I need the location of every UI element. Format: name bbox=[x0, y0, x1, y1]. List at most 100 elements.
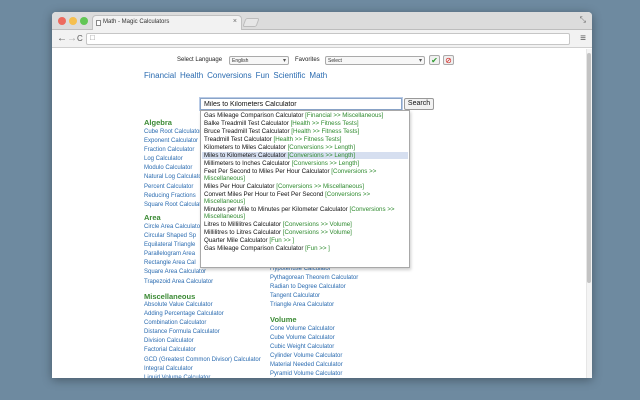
suggestion-item[interactable]: Convert Miles Per Hour to Feet Per Secon… bbox=[202, 191, 408, 206]
calculator-link[interactable]: Combination Calculator bbox=[144, 319, 261, 328]
search-button[interactable]: Search bbox=[404, 98, 434, 110]
calculator-link[interactable]: Adding Percentage Calculator bbox=[144, 310, 261, 319]
page-scrollbar[interactable] bbox=[586, 49, 592, 378]
suggestion-category: [Health >> Fitness Tests] bbox=[290, 120, 359, 127]
fullscreen-icon[interactable]: ⤡ bbox=[580, 15, 586, 25]
calculator-link[interactable]: Cone Volume Calculator bbox=[270, 325, 370, 334]
calculator-link[interactable]: Cube Volume Calculator bbox=[270, 334, 370, 343]
category-link-financial[interactable]: Financial bbox=[144, 71, 176, 80]
new-tab-button[interactable] bbox=[242, 18, 260, 27]
suggestion-name: Quarter Mile Calculator bbox=[204, 237, 268, 244]
language-favorites-row: Select Language English Favorites Select… bbox=[177, 55, 454, 67]
suggestion-category: [Conversions >> Length] bbox=[287, 144, 355, 151]
calculator-link[interactable]: Square Area Calculator bbox=[144, 268, 213, 277]
check-icon[interactable]: ✔ bbox=[429, 55, 440, 65]
suggestion-category: [Conversions >> Length] bbox=[287, 152, 355, 159]
calculator-link[interactable]: Cylinder Volume Calculator bbox=[270, 352, 370, 361]
calculator-link[interactable]: Absolute Value Calculator bbox=[144, 301, 261, 310]
suggestion-category: [Health >> Fitness Tests] bbox=[291, 128, 360, 135]
suggestion-name: Treadmill Test Calculator bbox=[204, 136, 272, 143]
calculator-link[interactable]: Percent Calculator bbox=[144, 183, 206, 192]
browser-menu-button[interactable]: ≡ bbox=[580, 33, 586, 44]
forward-button[interactable]: → bbox=[67, 32, 77, 46]
section-title-miscellaneous: Miscellaneous bbox=[144, 292, 196, 301]
title-bar: Math - Magic Calculators × ⤡ bbox=[52, 12, 592, 30]
calculator-link[interactable]: Material Needed Calculator bbox=[270, 361, 370, 370]
select-language-label: Select Language bbox=[177, 57, 223, 63]
calculator-link[interactable]: Pyramid Volume Calculator bbox=[270, 370, 370, 378]
scrollbar-thumb[interactable] bbox=[587, 53, 591, 283]
calculator-link[interactable]: Natural Log Calculator bbox=[144, 173, 206, 182]
calculator-link[interactable]: Factorial Calculator bbox=[144, 346, 261, 355]
calculator-link[interactable]: Radian to Degree Calculator bbox=[270, 283, 358, 292]
window-close-button[interactable] bbox=[58, 17, 66, 25]
calculator-link[interactable]: Fraction Calculator bbox=[144, 146, 206, 155]
suggestion-name: Millilitres to Litres Calculator bbox=[204, 229, 282, 236]
calculator-link[interactable]: Exponent Calculator bbox=[144, 137, 206, 146]
calculator-link[interactable]: Distance Formula Calculator bbox=[144, 328, 261, 337]
calculator-link[interactable]: Square Root Calculator bbox=[144, 201, 206, 210]
suggestion-name: Balke Treadmill Test Calculator bbox=[204, 120, 289, 127]
category-link-scientific[interactable]: Scientific bbox=[273, 71, 305, 80]
calculator-link[interactable]: Modulo Calculator bbox=[144, 164, 206, 173]
suggestion-item[interactable]: Kilometers to Miles Calculator [Conversi… bbox=[202, 144, 408, 151]
category-link-health[interactable]: Health bbox=[180, 71, 203, 80]
window-maximize-button[interactable] bbox=[80, 17, 88, 25]
section-title-volume: Volume bbox=[270, 315, 297, 324]
language-select[interactable]: English bbox=[229, 56, 289, 65]
browser-tab[interactable]: Math - Magic Calculators × bbox=[92, 15, 242, 30]
suggestion-name: Kilometers to Miles Calculator bbox=[204, 144, 286, 151]
calculator-link[interactable]: Pythagorean Theorem Calculator bbox=[270, 274, 358, 283]
suggestion-category: [Conversions >> Miscellaneous] bbox=[276, 183, 364, 190]
category-link-conversions[interactable]: Conversions bbox=[207, 71, 251, 80]
calculator-link[interactable]: Trapezoid Area Calculator bbox=[144, 278, 213, 287]
suggestion-name: Miles to Kilometers Calculator bbox=[204, 152, 286, 159]
calculator-link[interactable]: GCD (Greatest Common Divisor) Calculator bbox=[144, 356, 261, 365]
suggestion-item[interactable]: Gas Mileage Comparison Calculator [Finan… bbox=[202, 112, 408, 119]
calculator-link[interactable]: Cubic Weight Calculator bbox=[270, 343, 370, 352]
suggestion-item[interactable]: Millimeters to Inches Calculator [Conver… bbox=[202, 160, 408, 167]
section-title-algebra: Algebra bbox=[144, 118, 172, 127]
suggestion-item[interactable]: Bruce Treadmill Test Calculator [Health … bbox=[202, 128, 408, 135]
calculator-link[interactable]: Triangle Area Calculator bbox=[270, 301, 358, 310]
suggestion-item[interactable]: Litres to Millilitres Calculator [Conver… bbox=[202, 221, 408, 228]
category-link-math[interactable]: Math bbox=[309, 71, 327, 80]
suggestion-item[interactable]: Miles to Kilometers Calculator [Conversi… bbox=[202, 152, 408, 160]
search-input[interactable] bbox=[199, 97, 403, 111]
calculator-link[interactable]: Liquid Volume Calculator bbox=[144, 374, 261, 378]
tab-close-icon[interactable]: × bbox=[233, 18, 237, 25]
window-minimize-button[interactable] bbox=[69, 17, 77, 25]
calculator-link[interactable]: Integral Calculator bbox=[144, 365, 261, 374]
category-link-fun[interactable]: Fun bbox=[256, 71, 270, 80]
suggestion-item[interactable]: Quarter Mile Calculator [Fun >> ] bbox=[202, 237, 408, 244]
section-title-area: Area bbox=[144, 213, 161, 222]
suggestion-name: Litres to Millilitres Calculator bbox=[204, 221, 282, 228]
favorites-label: Favorites bbox=[295, 57, 320, 63]
tab-title: Math - Magic Calculators bbox=[103, 19, 170, 25]
trig-list: Hypotenuse Calculator Pythagorean Theorem… bbox=[270, 265, 358, 310]
back-button[interactable]: ← bbox=[57, 32, 67, 46]
calculator-link[interactable]: Reducing Fractions bbox=[144, 192, 206, 201]
suggestion-item[interactable]: Millilitres to Litres Calculator [Conver… bbox=[202, 229, 408, 236]
address-bar[interactable]: □ bbox=[86, 33, 570, 45]
browser-toolbar: ← → C □ ≡ bbox=[52, 30, 592, 48]
calculator-link[interactable]: Log Calculator bbox=[144, 155, 206, 164]
suggestion-name: Convert Miles Per Hour to Feet Per Secon… bbox=[204, 191, 324, 198]
algebra-list: Cube Root Calculator Exponent Calculator F… bbox=[144, 128, 206, 210]
favorites-select[interactable]: Select bbox=[325, 56, 425, 65]
calculator-link[interactable]: Tangent Calculator bbox=[270, 292, 358, 301]
suggestion-item[interactable]: Balke Treadmill Test Calculator [Health … bbox=[202, 120, 408, 127]
calculator-link[interactable]: Division Calculator bbox=[144, 337, 261, 346]
suggestion-item[interactable]: Feet Per Second to Miles Per Hour Calcul… bbox=[202, 168, 408, 183]
no-icon[interactable]: ⊘ bbox=[443, 55, 454, 65]
suggestion-item[interactable]: Miles Per Hour Calculator [Conversions >… bbox=[202, 183, 408, 190]
suggestion-category: [Health >> Fitness Tests] bbox=[273, 136, 342, 143]
autocomplete-dropdown: Gas Mileage Comparison Calculator [Finan… bbox=[200, 110, 410, 268]
suggestion-item[interactable]: Gas Mileage Comparison Calculator [Fun >… bbox=[202, 245, 408, 252]
suggestion-name: Gas Mileage Comparison Calculator bbox=[204, 112, 304, 119]
reload-button[interactable]: C bbox=[77, 32, 83, 46]
suggestion-item[interactable]: Treadmill Test Calculator [Health >> Fit… bbox=[202, 136, 408, 143]
page-content: Select Language English Favorites Select… bbox=[52, 49, 592, 378]
calculator-link[interactable]: Cube Root Calculator bbox=[144, 128, 206, 137]
suggestion-item[interactable]: Minutes per Mile to Minutes per Kilomete… bbox=[202, 206, 408, 221]
